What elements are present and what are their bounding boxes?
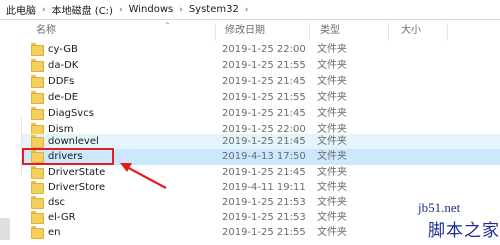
- folder-name: de-DE: [48, 92, 79, 103]
- breadcrumb-system32[interactable]: System32: [189, 4, 239, 15]
- folder-row[interactable]: DDFs 2019-1-25 21:45 文件夹: [22, 74, 500, 90]
- breadcrumb-separator[interactable]: ›: [245, 5, 249, 15]
- folder-icon: [31, 135, 44, 148]
- folder-type: 文件夹: [317, 182, 347, 193]
- folder-icon: [31, 166, 44, 179]
- navigation-pane-highlight: [0, 218, 10, 240]
- folder-date: 2019-1-25 21:45: [222, 76, 306, 87]
- folder-name: dsc: [48, 197, 66, 208]
- column-divider[interactable]: [309, 23, 310, 41]
- watermark-site: jb51.net: [418, 200, 461, 215]
- column-divider[interactable]: [447, 23, 448, 41]
- breadcrumb-local-disk[interactable]: 本地磁盘 (C:): [52, 2, 113, 17]
- breadcrumb-separator[interactable]: ›: [42, 5, 46, 15]
- folder-icon: [31, 43, 44, 56]
- folder-date: 2019-4-13 17:50: [222, 151, 306, 162]
- folder-type: 文件夹: [317, 197, 347, 208]
- folder-icon: [31, 59, 44, 72]
- column-size-header[interactable]: 大小: [401, 20, 421, 42]
- folder-name: el-GR: [48, 212, 76, 223]
- arrow-icon: [120, 163, 167, 189]
- folder-date: 2019-1-25 22:00: [222, 44, 306, 55]
- folder-icon: [31, 107, 44, 120]
- folder-row[interactable]: DriverState 2019-1-25 21:45 文件夹: [22, 165, 500, 181]
- folder-name: cy-GB: [48, 44, 78, 55]
- folder-type: 文件夹: [317, 92, 347, 103]
- folder-date: 2019-1-25 21:45: [222, 167, 306, 178]
- column-name-header[interactable]: 名称: [36, 20, 56, 42]
- folder-row[interactable]: DriverStore 2019-4-11 19:11 文件夹: [22, 180, 500, 196]
- folder-icon: [31, 181, 44, 194]
- folder-icon: [31, 196, 44, 209]
- sort-chevron-icon: ⌃: [164, 21, 171, 30]
- folder-date: 2019-1-25 21:53: [222, 197, 306, 208]
- folder-type: 文件夹: [317, 167, 347, 178]
- navigation-pane-divider: [15, 116, 22, 176]
- folder-type: 文件夹: [317, 136, 347, 147]
- folder-type: 文件夹: [317, 227, 347, 238]
- folder-date: 2019-4-11 19:11: [222, 182, 306, 193]
- folder-name: en: [48, 227, 61, 238]
- folder-name: da-DK: [48, 60, 79, 71]
- address-bar[interactable]: 此电脑 › 本地磁盘 (C:) › Windows › System32 ›: [0, 0, 500, 20]
- folder-type: 文件夹: [317, 44, 347, 55]
- folder-date: 2019-1-25 21:55: [222, 227, 306, 238]
- folder-icon: [31, 226, 44, 239]
- folder-name: DriverStore: [48, 182, 106, 193]
- column-header: ⌃ 名称 修改日期 类型 大小: [22, 20, 500, 42]
- folder-name: DiagSvcs: [48, 108, 94, 119]
- folder-row[interactable]: da-DK 2019-1-25 21:55 文件夹: [22, 58, 500, 74]
- breadcrumb-separator[interactable]: ›: [179, 5, 183, 15]
- folder-type: 文件夹: [317, 212, 347, 223]
- folder-name: DDFs: [48, 76, 75, 87]
- column-date-header[interactable]: 修改日期: [225, 20, 265, 42]
- folder-type: 文件夹: [317, 151, 347, 162]
- folder-date: 2019-1-25 21:45: [222, 108, 306, 119]
- folder-row[interactable]: cy-GB 2019-1-25 22:00 文件夹: [22, 42, 500, 58]
- folder-row[interactable]: DiagSvcs 2019-1-25 21:45 文件夹: [22, 106, 500, 122]
- folder-type: 文件夹: [317, 76, 347, 87]
- folder-date: 2019-1-25 21:45: [222, 136, 306, 147]
- folder-icon: [31, 91, 44, 104]
- folder-date: 2019-1-25 21:55: [222, 60, 306, 71]
- column-divider[interactable]: [215, 23, 216, 41]
- breadcrumb-windows[interactable]: Windows: [129, 4, 174, 15]
- folder-icon: [31, 75, 44, 88]
- column-divider[interactable]: [388, 23, 389, 41]
- column-type-header[interactable]: 类型: [320, 20, 340, 42]
- highlight-box: [22, 148, 114, 165]
- folder-row[interactable]: de-DE 2019-1-25 21:55 文件夹: [22, 90, 500, 106]
- folder-date: 2019-1-25 21:55: [222, 92, 306, 103]
- folder-type: 文件夹: [317, 108, 347, 119]
- folder-icon: [31, 211, 44, 224]
- folder-type: 文件夹: [317, 60, 347, 71]
- watermark-brand: 脚本之家: [428, 221, 500, 241]
- folder-name: DriverState: [48, 167, 106, 178]
- breadcrumb-this-pc[interactable]: 此电脑: [6, 2, 36, 17]
- navigation-pane[interactable]: [0, 20, 22, 245]
- folder-date: 2019-1-25 21:53: [222, 212, 306, 223]
- breadcrumb-separator[interactable]: ›: [119, 5, 123, 15]
